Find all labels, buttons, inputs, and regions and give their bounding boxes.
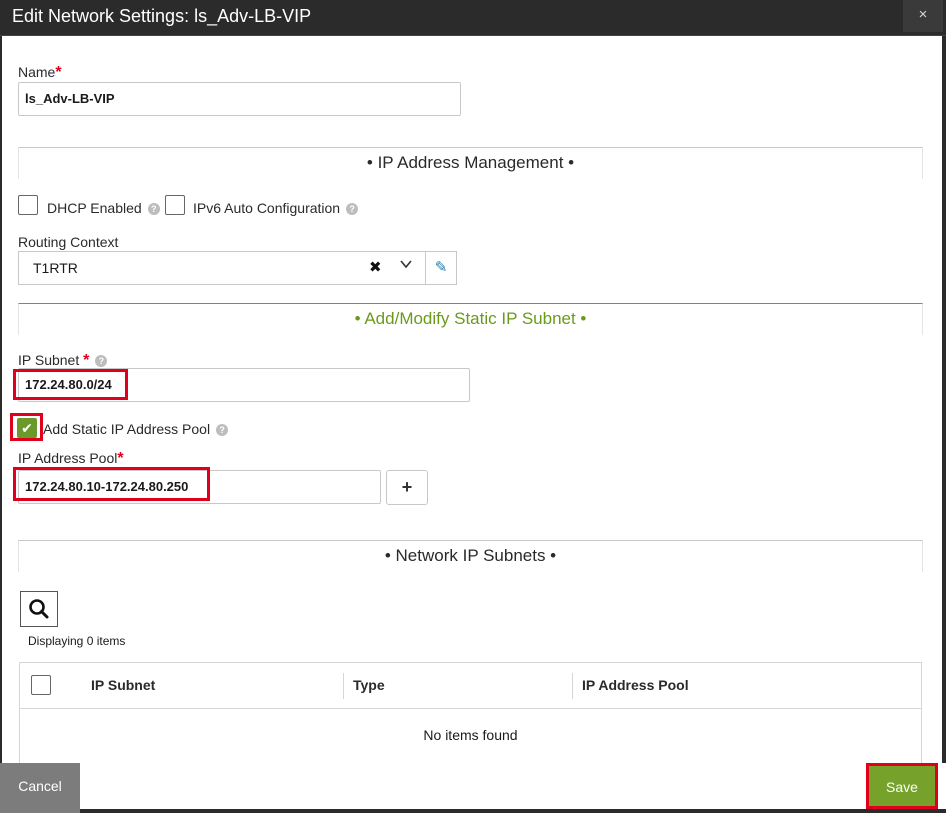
- ip-address-pool-input[interactable]: 172.24.80.10-172.24.80.250: [18, 470, 381, 504]
- name-label-text: Name: [18, 64, 56, 80]
- column-divider: [343, 673, 344, 699]
- column-header-ip-address-pool[interactable]: IP Address Pool: [582, 677, 689, 693]
- ipv6-auto-config-checkbox[interactable]: [165, 195, 185, 215]
- dialog-titlebar: Edit Network Settings: ls_Adv-LB-VIP ×: [0, 0, 946, 36]
- ip-address-pool-label: IP Address Pool*: [18, 450, 124, 468]
- add-static-pool-label-text: Add Static IP Address Pool: [43, 421, 211, 437]
- dhcp-enabled-checkbox[interactable]: [18, 195, 38, 215]
- clear-icon[interactable]: ✖: [369, 258, 382, 276]
- name-label: Name*: [18, 64, 62, 82]
- ip-subnet-label-text: IP Subnet: [18, 352, 80, 368]
- edit-routing-context-button[interactable]: ✎: [425, 251, 457, 285]
- help-icon[interactable]: ?: [216, 424, 229, 437]
- save-button[interactable]: Save: [869, 765, 935, 809]
- select-all-checkbox[interactable]: [31, 675, 51, 695]
- dialog-frame-left: [0, 36, 2, 763]
- ip-subnet-input[interactable]: 172.24.80.0/24: [18, 368, 470, 402]
- empty-message: No items found: [423, 727, 518, 743]
- help-icon[interactable]: ?: [346, 203, 359, 216]
- section-ip-address-management: • IP Address Management •: [18, 147, 923, 179]
- footer-bar: [80, 809, 946, 813]
- section-network-ip-subnets: • Network IP Subnets •: [18, 540, 923, 572]
- routing-context-select[interactable]: T1RTR ✖: [18, 251, 426, 285]
- ipv6-auto-config-label-text: IPv6 Auto Configuration: [193, 200, 341, 216]
- table-header: IP Subnet Type IP Address Pool: [20, 663, 921, 709]
- close-icon[interactable]: ×: [903, 0, 943, 32]
- dhcp-enabled-label-text: DHCP Enabled: [47, 200, 142, 216]
- cancel-button[interactable]: Cancel: [0, 763, 80, 813]
- section-static-ip-subnet: • Add/Modify Static IP Subnet •: [18, 303, 923, 335]
- section-title: • Add/Modify Static IP Subnet •: [354, 309, 587, 328]
- column-header-type[interactable]: Type: [353, 677, 385, 693]
- dialog-footer: Cancel Save: [0, 763, 946, 813]
- help-icon[interactable]: ?: [95, 355, 108, 368]
- search-button[interactable]: [20, 591, 58, 627]
- routing-context-label: Routing Context: [18, 234, 119, 250]
- chevron-down-icon[interactable]: [399, 257, 413, 275]
- dialog-title: Edit Network Settings: ls_Adv-LB-VIP: [12, 6, 312, 26]
- section-title: • IP Address Management •: [366, 153, 575, 172]
- ip-address-pool-label-text: IP Address Pool: [18, 450, 118, 466]
- add-pool-button[interactable]: +: [386, 470, 428, 505]
- search-icon: [29, 599, 49, 619]
- name-input[interactable]: ls_Adv-LB-VIP: [18, 82, 461, 116]
- dialog-frame-right: [942, 36, 946, 763]
- ipv6-auto-config-label: IPv6 Auto Configuration?: [193, 200, 359, 216]
- subnets-table: IP Subnet Type IP Address Pool No items …: [19, 662, 922, 764]
- column-header-ip-subnet[interactable]: IP Subnet: [91, 677, 155, 693]
- help-icon[interactable]: ?: [147, 203, 160, 216]
- routing-context-value: T1RTR: [33, 260, 78, 276]
- required-mark: *: [117, 450, 124, 467]
- dhcp-enabled-label: DHCP Enabled?: [47, 200, 160, 216]
- section-title: • Network IP Subnets •: [384, 546, 557, 565]
- required-mark: *: [55, 64, 62, 81]
- add-static-pool-checkbox[interactable]: ✔: [17, 418, 37, 438]
- chevron-down-svg: [400, 260, 412, 269]
- pencil-icon: ✎: [434, 259, 448, 276]
- display-count: Displaying 0 items: [28, 634, 126, 648]
- add-static-pool-label: Add Static IP Address Pool?: [43, 421, 229, 437]
- required-mark: *: [83, 352, 90, 369]
- column-divider: [572, 673, 573, 699]
